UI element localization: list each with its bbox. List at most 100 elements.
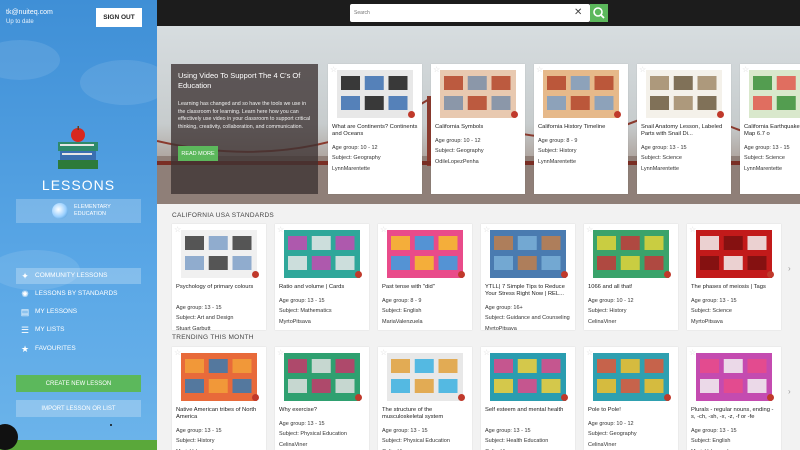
create-lesson-button[interactable]: CREATE NEW LESSON [16, 375, 141, 392]
lesson-card[interactable]: ☆ Pole to Pole! Age group: 10 - 12 Subject:… [584, 347, 678, 450]
lesson-thumbnail [490, 230, 566, 278]
lesson-title: California Symbols [435, 124, 484, 130]
lesson-thumbnail [593, 353, 669, 401]
favourite-star-icon[interactable]: ☆ [433, 66, 440, 74]
lesson-subject: Subject: Mathematics [279, 308, 332, 314]
lesson-title: What are Continents? Continents and Ocea… [332, 124, 418, 137]
sidebar-item-label: LESSONS BY STANDARDS [35, 290, 118, 297]
lesson-title: Snail Anatomy Lesson, Labeled Parts with… [641, 124, 723, 137]
sidebar-item-favourites[interactable]: ★ FAVOURITES [16, 341, 141, 357]
lesson-thumbnail [543, 70, 619, 118]
read-more-button[interactable]: READ MORE [178, 146, 218, 161]
lesson-author[interactable]: MariaValenzuela [382, 319, 423, 325]
lesson-card[interactable]: ☆ Ratio and volume | Cards Age group: 13 -… [275, 224, 369, 330]
favourite-star-icon[interactable]: ☆ [277, 226, 284, 234]
favourite-star-icon[interactable]: ☆ [639, 66, 646, 74]
lesson-author[interactable]: LynnMarentette [744, 166, 782, 172]
lesson-author[interactable]: MyrtoPitsava [691, 319, 723, 325]
lesson-card[interactable]: ☆ Psychology of primary colours Age group:… [172, 224, 266, 330]
lesson-author[interactable]: MyrtoPitsava [485, 326, 517, 330]
lesson-thumbnail [284, 230, 360, 278]
lesson-subject: Subject: Health Education [485, 438, 549, 444]
scroll-right-arrow[interactable]: › [788, 264, 800, 280]
lesson-author[interactable]: CelinaViner [279, 442, 307, 448]
sidebar-item-my-lists[interactable]: ☰ MY LISTS [16, 322, 141, 338]
lesson-subject: Subject: Geography [332, 155, 381, 161]
favourite-star-icon[interactable]: ☆ [536, 66, 543, 74]
favourite-star-icon[interactable]: ☆ [380, 226, 387, 234]
lesson-card[interactable]: ☆ Why exercise? Age group: 13 - 15 Subject:… [275, 347, 369, 450]
education-level-selector[interactable]: ELEMENTARY EDUCATION [16, 199, 141, 223]
favourite-star-icon[interactable]: ☆ [742, 66, 749, 74]
lesson-subject: Subject: History [176, 438, 215, 444]
lesson-card[interactable]: ☆ Snail Anatomy Lesson, Labeled Parts wit… [637, 64, 731, 194]
type-badge-icon [767, 394, 774, 401]
favourite-star-icon[interactable]: ☆ [174, 226, 181, 234]
lesson-title: YTLL| 7 Simple Tips to Reduce Your Stres… [485, 284, 565, 297]
close-icon[interactable]: ✕ [574, 7, 582, 19]
sign-out-button[interactable]: SIGN OUT [96, 8, 142, 27]
lesson-subject: Subject: English [691, 438, 731, 444]
type-badge-icon [355, 271, 362, 278]
lesson-card[interactable]: ☆ What are Continents? Continents and Oce… [328, 64, 422, 194]
lesson-title: Plurals - regular nouns, ending -s, -ch,… [691, 407, 774, 420]
featured-article[interactable]: Using Video To Support The 4 C's Of Educ… [171, 64, 318, 194]
favourite-star-icon[interactable]: ☆ [689, 226, 696, 234]
user-email: tk@nuiteq.com [6, 9, 53, 16]
lesson-subject: Subject: Physical Education [382, 438, 450, 444]
favourite-star-icon[interactable]: ☆ [174, 349, 181, 357]
app-window: tk@nuiteq.com Up to date SIGN OUT LESSON… [0, 0, 800, 450]
section-title: CALIFORNIA USA STANDARDS [172, 212, 275, 219]
lesson-title: Ratio and volume | Cards [279, 284, 345, 290]
lesson-card[interactable]: ☆ 1066 and all that! Age group: 10 - 12 Sub… [584, 224, 678, 330]
lesson-card[interactable]: ☆ California History Timeline Age group: 8… [534, 64, 628, 194]
lesson-age-group: Age group: 13 - 15 [641, 145, 687, 151]
sidebar-item-community-lessons[interactable]: ✦ COMMUNITY LESSONS [16, 268, 141, 284]
featured-hero: Using Video To Support The 4 C's Of Educ… [157, 26, 800, 204]
lesson-card[interactable]: ☆ Self esteem and mental health Age group:… [481, 347, 575, 450]
lesson-card[interactable]: ☆ Plurals - regular nouns, ending -s, -ch… [687, 347, 781, 450]
lesson-card[interactable]: ☆ Past tense with "did" Age group: 8 - 9 Su… [378, 224, 472, 330]
lesson-card[interactable]: ☆ California Symbols Age group: 10 - 12 Sub… [431, 64, 525, 194]
sync-status: Up to date [6, 19, 34, 25]
scroll-right-arrow[interactable]: › [788, 387, 800, 403]
lesson-title: Psychology of primary colours [176, 284, 254, 290]
lesson-subject: Subject: Geography [588, 431, 637, 437]
lesson-author[interactable]: Stuart Garbutt [176, 326, 211, 330]
favourite-star-icon[interactable]: ☆ [277, 349, 284, 357]
sidebar-item-lessons-by-standards[interactable]: ✺ LESSONS BY STANDARDS [16, 286, 141, 302]
lesson-card[interactable]: ☆ YTLL| 7 Simple Tips to Reduce Your Stre… [481, 224, 575, 330]
lesson-card[interactable]: ☆ California Earthquake Forecast Map 6.7 … [740, 64, 800, 194]
lesson-age-group: Age group: 13 - 15 [744, 145, 790, 151]
lesson-author[interactable]: CelinaViner [588, 319, 616, 325]
lesson-card[interactable]: ☆ The structure of the musculoskeletal sy… [378, 347, 472, 450]
star-icon: ★ [20, 344, 30, 354]
search-input[interactable] [354, 6, 564, 20]
favourite-star-icon[interactable]: ☆ [483, 226, 490, 234]
type-badge-icon [458, 271, 465, 278]
lesson-author[interactable]: LynnMarentette [641, 166, 679, 172]
lesson-subject: Subject: Art and Design [176, 315, 234, 321]
lesson-author[interactable]: MyrtoPitsava [279, 319, 311, 325]
lesson-author[interactable]: OdileLopezPenha [435, 159, 479, 165]
favourite-star-icon[interactable]: ☆ [330, 66, 337, 74]
lesson-age-group: Age group: 10 - 12 [435, 138, 481, 144]
import-lesson-button[interactable]: IMPORT LESSON OR LIST [16, 400, 141, 417]
lesson-title: Pole to Pole! [588, 407, 621, 413]
lesson-card[interactable]: ☆ The phases of meiosis | Tags Age group: … [687, 224, 781, 330]
favourite-star-icon[interactable]: ☆ [689, 349, 696, 357]
favourite-star-icon[interactable]: ☆ [380, 349, 387, 357]
lesson-title: California History Timeline [538, 124, 606, 130]
search-box: ✕ [350, 4, 590, 22]
lesson-card[interactable]: ☆ Native American tribes of North America… [172, 347, 266, 450]
favourite-star-icon[interactable]: ☆ [586, 349, 593, 357]
search-button[interactable] [590, 4, 608, 22]
favourite-star-icon[interactable]: ☆ [586, 226, 593, 234]
lesson-author[interactable]: LynnMarentette [538, 159, 576, 165]
lesson-author[interactable]: LynnMarentette [332, 166, 370, 172]
favourite-star-icon[interactable]: ☆ [483, 349, 490, 357]
lesson-title: Self esteem and mental health [485, 407, 564, 413]
lesson-author[interactable]: CelinaViner [588, 442, 616, 448]
lesson-subject: Subject: Science [691, 308, 732, 314]
sidebar-item-my-lessons[interactable]: ▤ MY LESSONS [16, 304, 141, 320]
